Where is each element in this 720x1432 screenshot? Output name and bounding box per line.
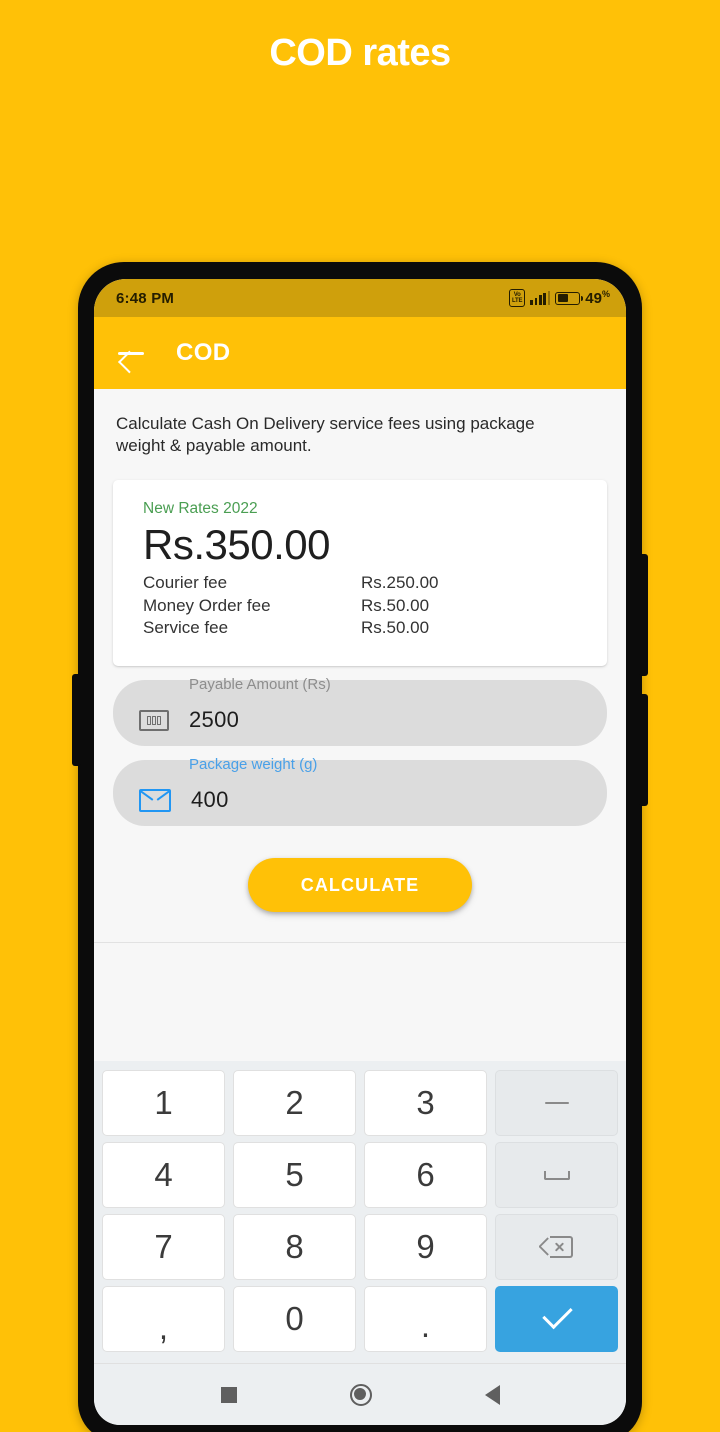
numeric-keyboard: 1 2 3 4 5 6 7 8 9 , 0 .	[94, 1061, 626, 1363]
intro-text: Calculate Cash On Delivery service fees …	[116, 414, 535, 456]
fee-row: Service fee Rs.50.00	[143, 617, 577, 640]
key-0[interactable]: 0	[233, 1286, 356, 1352]
keyboard-row: 4 5 6	[98, 1139, 622, 1211]
key-minus[interactable]	[495, 1070, 618, 1136]
battery-percent-value: 49	[585, 290, 602, 307]
circle-icon[interactable]	[349, 1383, 372, 1406]
volte-line-2: LTE	[512, 298, 523, 304]
power-button[interactable]	[72, 674, 81, 766]
fee-name: Money Order fee	[143, 595, 271, 615]
payable-amount-field-wrap: Payable Amount (Rs) 2500	[113, 666, 607, 747]
key-backspace[interactable]	[495, 1214, 618, 1280]
package-weight-input[interactable]: 400	[113, 760, 607, 827]
minus-icon	[544, 1101, 569, 1105]
volume-up-button[interactable]	[639, 554, 648, 676]
package-weight-field-wrap: Package weight (g) 400	[113, 746, 607, 827]
battery-percent: 49%	[585, 289, 610, 307]
key-1[interactable]: 1	[102, 1070, 225, 1136]
result-card: New Rates 2022 Rs.350.00 Courier fee Rs.…	[113, 479, 607, 667]
space-icon	[543, 1170, 570, 1180]
key-2[interactable]: 2	[233, 1070, 356, 1136]
rates-label: New Rates 2022	[143, 499, 258, 517]
app-bar: COD	[94, 317, 626, 389]
payable-amount-value: 2500	[189, 707, 240, 733]
keyboard-row: 7 8 9	[98, 1211, 622, 1283]
main-content: Calculate Cash On Delivery service fees …	[94, 389, 626, 1089]
fee-value: Rs.250.00	[361, 572, 439, 592]
fee-name: Service fee	[143, 618, 229, 638]
fee-value: Rs.50.00	[361, 595, 430, 615]
percent-symbol: %	[601, 289, 610, 299]
keyboard-row: 1 2 3	[98, 1067, 622, 1139]
key-3[interactable]: 3	[364, 1070, 487, 1136]
key-6[interactable]: 6	[364, 1142, 487, 1208]
banknote-icon	[139, 709, 169, 731]
triangle-left-icon[interactable]	[484, 1384, 500, 1405]
total-amount: Rs.350.00	[143, 520, 330, 568]
android-nav-bar	[94, 1363, 626, 1425]
key-space[interactable]	[495, 1142, 618, 1208]
phone-frame: 6:48 PM Vo LTE 49% COD Calculate Cash On…	[72, 262, 648, 1432]
fee-name: Courier fee	[143, 572, 228, 592]
keyboard-row: , 0 .	[98, 1283, 622, 1355]
fee-row: Money Order fee Rs.50.00	[143, 595, 577, 618]
key-9[interactable]: 9	[364, 1214, 487, 1280]
key-5[interactable]: 5	[233, 1142, 356, 1208]
fee-value: Rs.50.00	[361, 618, 430, 638]
check-icon	[541, 1310, 573, 1328]
fee-row: Courier fee Rs.250.00	[143, 572, 577, 595]
calculate-button-wrap: CALCULATE	[94, 826, 626, 913]
key-comma[interactable]: ,	[102, 1286, 225, 1352]
calculate-button[interactable]: CALCULATE	[248, 858, 472, 913]
key-enter[interactable]	[495, 1286, 618, 1352]
arrow-left-icon[interactable]	[116, 338, 146, 368]
backspace-icon	[537, 1236, 573, 1258]
status-indicators: Vo LTE 49%	[509, 289, 610, 307]
phone-screen: 6:48 PM Vo LTE 49% COD Calculate Cash On…	[94, 279, 626, 1425]
key-period[interactable]: .	[364, 1286, 487, 1352]
page-title: COD rates	[269, 32, 451, 74]
section-divider	[94, 942, 626, 944]
payable-amount-label: Payable Amount (Rs)	[189, 676, 331, 694]
package-weight-value: 400	[191, 787, 229, 813]
payable-amount-input[interactable]: 2500	[113, 680, 607, 747]
status-bar: 6:48 PM Vo LTE 49%	[94, 279, 626, 317]
key-8[interactable]: 8	[233, 1214, 356, 1280]
volume-down-button[interactable]	[639, 694, 648, 806]
key-4[interactable]: 4	[102, 1142, 225, 1208]
volte-icon: Vo LTE	[509, 289, 526, 307]
battery-icon	[555, 291, 584, 305]
key-7[interactable]: 7	[102, 1214, 225, 1280]
square-icon[interactable]	[220, 1386, 237, 1403]
package-weight-label: Package weight (g)	[189, 756, 318, 774]
envelope-icon	[139, 788, 171, 812]
app-bar-title: COD	[176, 339, 231, 366]
signal-bars-icon	[530, 291, 551, 305]
status-time: 6:48 PM	[116, 289, 175, 307]
